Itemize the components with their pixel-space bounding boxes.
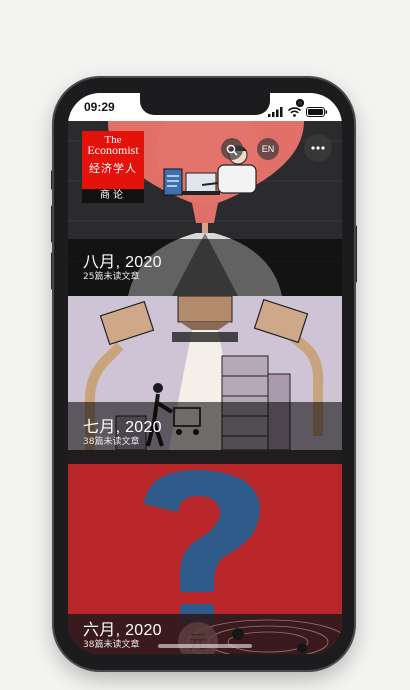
- status-time: 09:29: [84, 100, 115, 114]
- language-toggle-button[interactable]: EN: [257, 138, 279, 160]
- logo-text-economist: Economist: [87, 143, 139, 157]
- section-tag: 商论: [82, 189, 144, 203]
- search-button[interactable]: [221, 138, 243, 160]
- more-menu-button[interactable]: [304, 134, 332, 162]
- front-camera: [296, 99, 304, 107]
- month-unread-august: 25篇未读文章: [83, 272, 140, 282]
- home-indicator[interactable]: [158, 644, 252, 648]
- month-card-july[interactable]: 七月, 2020 38篇未读文章: [68, 296, 342, 464]
- month-card-august[interactable]: The Economist 经济学人 商论 EN 八月, 2020 25篇未读文…: [68, 121, 342, 296]
- economist-logo[interactable]: The Economist 经济学人: [82, 131, 144, 189]
- search-icon: [226, 144, 238, 156]
- signal-icon: [267, 106, 283, 117]
- logo-text-chinese: 经济学人: [89, 162, 137, 175]
- more-dots-icon: [311, 146, 325, 150]
- month-unread-june: 38篇未读文章: [83, 640, 140, 650]
- phone-screen: 09:29 The Economist 经济学人 商论 EN 八月, 2020 …: [68, 93, 342, 654]
- wifi-icon: [287, 106, 301, 117]
- battery-icon: [306, 106, 328, 117]
- phone-notch: [140, 93, 304, 115]
- month-unread-july: 38篇未读文章: [83, 437, 140, 447]
- month-card-june[interactable]: 元 六月, 2020 38篇未读文章: [68, 464, 342, 654]
- app-mockup: 09:29 The Economist 经济学人 商论 EN 八月, 2020 …: [0, 0, 410, 690]
